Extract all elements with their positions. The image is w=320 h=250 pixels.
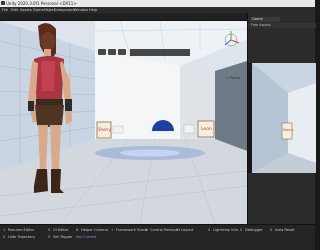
menu-gameobject[interactable]: GameObject	[33, 8, 55, 12]
count-1: 0	[48, 228, 51, 232]
console-entry-3[interactable]: Framework Scene	[116, 228, 148, 232]
console-entry-6[interactable]: Lightmap Info	[213, 228, 238, 232]
tab-game[interactable]: Game	[250, 17, 280, 22]
count-5: 0	[176, 228, 179, 232]
perspective-label[interactable]: < Persp	[226, 76, 240, 80]
console-entry-9[interactable]: Hide Trajectory	[8, 235, 35, 239]
game-sign-text: Sherry	[283, 128, 294, 132]
console-entry-0[interactable]: Resume Editor	[8, 228, 34, 232]
menu-file[interactable]: File	[2, 8, 8, 12]
count-7: 0	[240, 228, 243, 232]
console-entry-7[interactable]: Debugger	[245, 228, 263, 232]
menu-assets[interactable]: Assets	[20, 8, 32, 12]
rotate-tool-button[interactable]	[118, 49, 126, 55]
unity-logo-icon	[1, 1, 5, 5]
count-8: 0	[270, 228, 273, 232]
hand-tool-button[interactable]	[98, 49, 106, 55]
game-panel: Game Free Aspect Sherry	[247, 13, 316, 224]
count-10: 0	[48, 235, 51, 239]
move-tool-button[interactable]	[108, 49, 116, 55]
window-title: Unity 2020.3.0f1 Personal <DX11>	[6, 1, 77, 6]
count-9: 0	[3, 235, 6, 239]
console-entry-1[interactable]: UI Editor	[53, 228, 68, 232]
count-6: 0	[208, 228, 211, 232]
scene-view-options[interactable]	[130, 49, 190, 56]
sign-left-text: Sherry	[98, 127, 112, 132]
sign-right-text: Leon	[201, 127, 212, 132]
title-bar: Unity 2020.3.0f1 Personal <DX11>	[0, 0, 315, 7]
count-0: 1	[3, 228, 6, 232]
game-view[interactable]: Sherry	[248, 63, 316, 173]
count-4: 0	[145, 228, 148, 232]
count-3: 1	[111, 228, 114, 232]
game-render	[252, 63, 316, 173]
count-2: 6	[76, 228, 79, 232]
console-entry-2[interactable]: Helper Camera	[81, 228, 108, 232]
menu-window[interactable]: Window	[74, 8, 88, 12]
menu-edit[interactable]: Edit	[11, 8, 18, 12]
console-entry-10[interactable]: Set Trigger	[53, 235, 72, 239]
game-aspect-dropdown[interactable]: Free Aspect	[248, 23, 316, 28]
console-entry-11[interactable]: Set Current	[76, 235, 97, 239]
console-panel: 1 Resume Editor 0 UI Editor 6 Helper Cam…	[0, 224, 315, 250]
console-entry-5[interactable]: Layout	[181, 228, 193, 232]
console-entry-8[interactable]: Area Reset	[275, 228, 294, 232]
scene-view[interactable]: < Persp Sherry Leon	[0, 21, 247, 224]
menu-help[interactable]: Help	[89, 8, 97, 12]
menu-component[interactable]: Component	[54, 8, 75, 12]
scene-tool-tabs	[98, 49, 126, 56]
